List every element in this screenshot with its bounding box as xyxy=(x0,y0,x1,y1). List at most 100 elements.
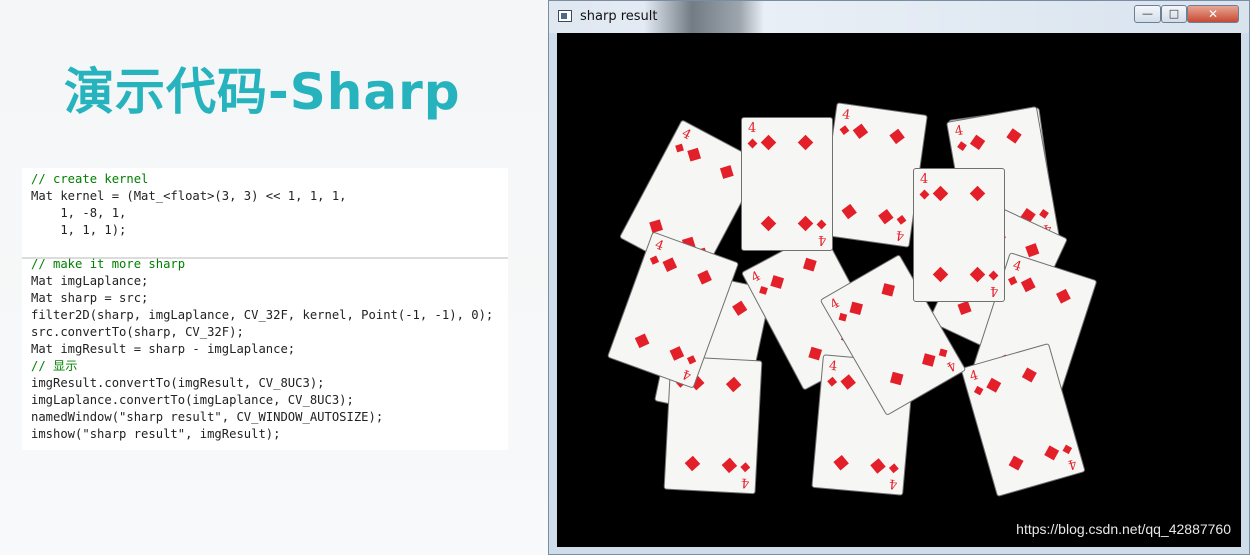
diamond-suit-icon xyxy=(1007,276,1018,286)
diamond-pip-icon xyxy=(634,332,650,348)
diamond-suit-icon xyxy=(1039,209,1049,219)
card-rank-label: 4 xyxy=(1010,258,1024,275)
diamond-pip-icon xyxy=(1008,455,1024,471)
diamond-pip-icon xyxy=(1055,288,1071,304)
code-line: imgResult.convertTo(imgResult, CV_8UC3); xyxy=(31,376,325,390)
diamond-pip-icon xyxy=(725,376,741,393)
titlebar-shade xyxy=(644,1,764,33)
diamond-pip-icon xyxy=(969,134,986,151)
code-line: imshow("sharp result", imgResult); xyxy=(31,427,281,441)
card-rank-label: 4 xyxy=(817,232,826,247)
diamond-pip-icon xyxy=(1021,367,1037,383)
card-rank-label: 4 xyxy=(943,357,959,375)
code-line: namedWindow("sharp result", CV_WINDOW_AU… xyxy=(31,410,384,424)
diamond-pip-icon xyxy=(1005,128,1022,144)
card-rank-label: 4 xyxy=(827,295,843,313)
card-rank-label: 4 xyxy=(748,268,764,286)
diamond-pip-icon xyxy=(852,123,868,140)
code-line: // make it more sharp xyxy=(31,257,186,271)
diamond-pip-icon xyxy=(1020,277,1036,293)
diamond-pip-icon xyxy=(760,215,777,231)
code-line: 1, 1, 1); xyxy=(31,223,127,237)
diamond-pip-icon xyxy=(687,147,701,162)
diamond-pip-icon xyxy=(684,455,701,471)
diamond-pip-icon xyxy=(760,134,777,151)
playing-card: 44 xyxy=(741,117,833,251)
diamond-suit-icon xyxy=(740,462,751,473)
diamond-pip-icon xyxy=(696,269,712,285)
diamond-pip-icon xyxy=(807,346,822,361)
card-rank-label: 4 xyxy=(894,226,905,243)
diamond-suit-icon xyxy=(888,463,899,474)
diamond-pip-icon xyxy=(721,457,737,473)
diamond-pip-icon xyxy=(802,258,817,272)
diamond-suit-icon xyxy=(759,286,768,295)
card-rank-label: 4 xyxy=(740,474,750,490)
maximize-button[interactable]: □ xyxy=(1161,5,1187,23)
diamond-pip-icon xyxy=(969,185,985,202)
diamond-pip-icon xyxy=(969,266,985,282)
close-button[interactable]: ✕ xyxy=(1187,5,1239,23)
diamond-pip-icon xyxy=(881,283,895,297)
diamond-suit-icon xyxy=(839,125,850,135)
app-window-icon[interactable] xyxy=(558,10,572,22)
diamond-suit-icon xyxy=(838,312,848,322)
diamond-suit-icon xyxy=(747,138,758,149)
diamond-pip-icon xyxy=(877,208,894,224)
code-line: Mat kernel = (Mat_<float>(3, 3) << 1, 1,… xyxy=(31,189,347,203)
card-rank-label: 4 xyxy=(748,121,757,136)
diamond-suit-icon xyxy=(957,141,967,151)
diamond-pip-icon xyxy=(869,457,886,474)
image-canvas: 444444444444444444444444444444 https://b… xyxy=(557,33,1241,547)
code-line: imgLaplance.convertTo(imgLaplance, CV_8U… xyxy=(31,393,354,407)
diamond-pip-icon xyxy=(1024,243,1039,258)
slide-title: 演示代码-Sharp xyxy=(64,63,461,121)
sharp-result-window[interactable]: sharp result — □ ✕ 444444444444444444444… xyxy=(548,0,1250,555)
card-rank-label: 4 xyxy=(953,123,965,140)
code-line: 1, -8, 1, xyxy=(31,206,127,220)
diamond-suit-icon xyxy=(919,189,930,200)
diamond-pip-icon xyxy=(921,353,935,367)
diamond-suit-icon xyxy=(938,348,948,358)
card-rank-label: 4 xyxy=(989,283,998,298)
diamond-suit-icon xyxy=(649,255,660,265)
diamond-pip-icon xyxy=(662,257,677,273)
diamond-suit-icon xyxy=(973,385,984,396)
code-line: Mat imgLaplance; xyxy=(31,274,149,288)
code-line: Mat imgResult = sharp - imgLaplance; xyxy=(31,342,296,356)
diamond-pip-icon xyxy=(888,128,905,145)
card-rank-label: 4 xyxy=(968,367,981,385)
minimize-button[interactable]: — xyxy=(1134,5,1161,23)
diamond-pip-icon xyxy=(731,300,747,316)
diamond-suit-icon xyxy=(896,215,907,225)
code-panel: // create kernel Mat kernel = (Mat_<floa… xyxy=(22,168,508,450)
card-rank-label: 4 xyxy=(920,172,929,187)
diamond-pip-icon xyxy=(770,275,784,290)
diamond-pip-icon xyxy=(669,345,684,361)
diamond-pip-icon xyxy=(719,165,734,179)
diamond-pip-icon xyxy=(849,301,863,316)
playing-card: 44 xyxy=(913,168,1005,302)
diamond-suit-icon xyxy=(988,270,999,281)
card-rank-label: 4 xyxy=(679,126,694,144)
diamond-pip-icon xyxy=(932,266,949,282)
window-title: sharp result xyxy=(580,9,658,24)
diamond-pip-icon xyxy=(889,371,904,385)
card-rank-label: 4 xyxy=(888,475,898,492)
slide-panel: 演示代码-Sharp // create kernel Mat kernel =… xyxy=(0,0,548,555)
card-rank-label: 4 xyxy=(1065,455,1078,473)
code-line: filter2D(sharp, imgLaplance, CV_32F, ker… xyxy=(31,308,494,322)
code-line: // create kernel xyxy=(31,172,149,186)
card-rank-label: 4 xyxy=(652,237,666,255)
diamond-pip-icon xyxy=(840,374,856,390)
card-rank-label: 4 xyxy=(680,365,694,383)
diamond-suit-icon xyxy=(816,219,827,230)
code-line: src.convertTo(sharp, CV_32F); xyxy=(31,325,244,339)
diamond-pip-icon xyxy=(797,215,813,231)
diamond-suit-icon xyxy=(827,376,838,387)
code-line: Mat sharp = src; xyxy=(31,291,149,305)
window-titlebar[interactable]: sharp result — □ ✕ xyxy=(549,1,1249,33)
diamond-pip-icon xyxy=(957,300,972,315)
diamond-pip-icon xyxy=(649,218,663,233)
playing-card: 44 xyxy=(818,102,928,248)
